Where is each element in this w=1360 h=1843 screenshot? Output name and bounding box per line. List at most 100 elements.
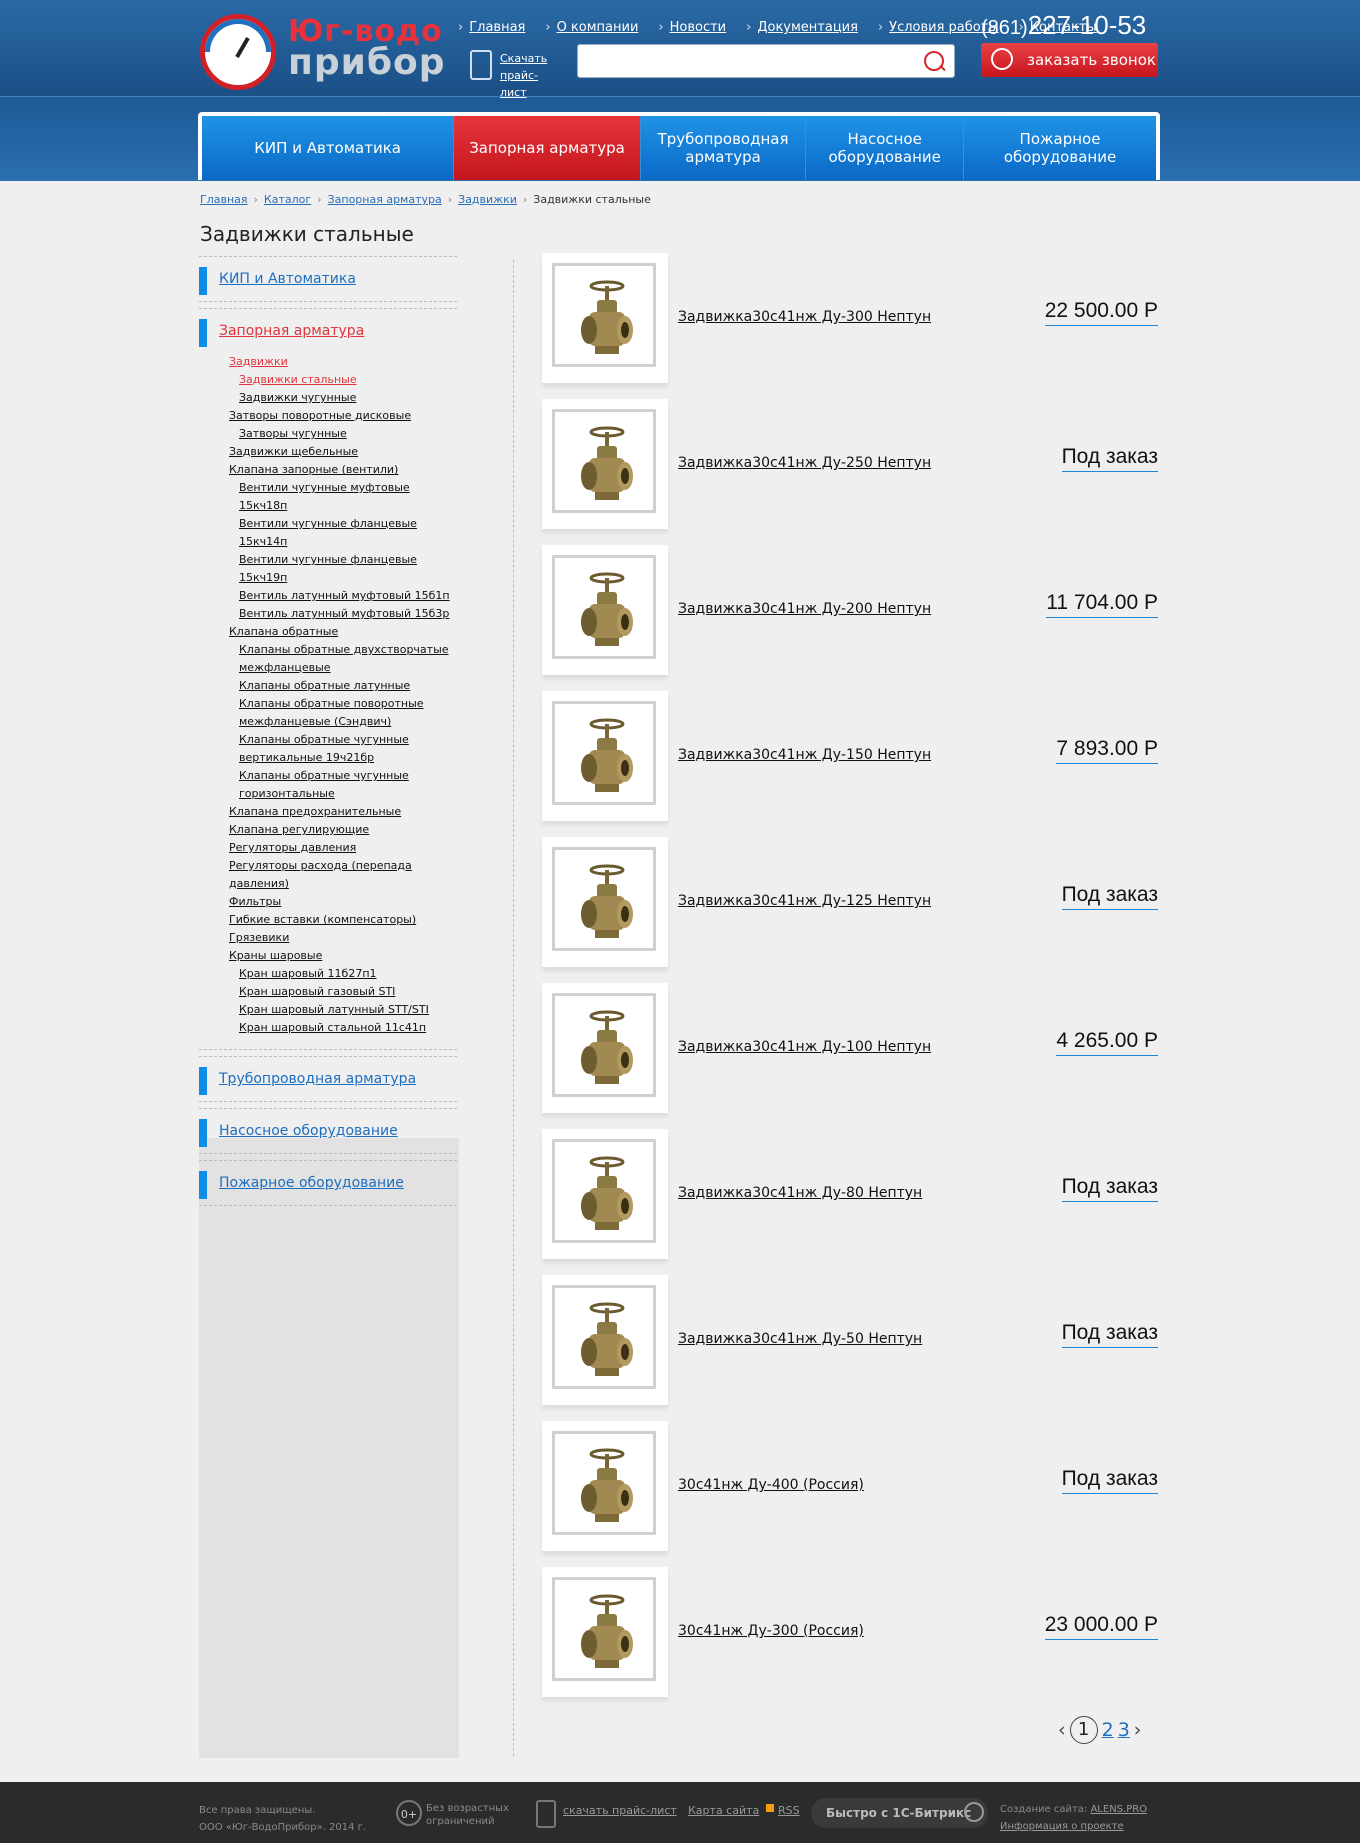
download-pricelist-link[interactable]: Скачать прайс-лист — [500, 50, 564, 101]
logo-text-bottom[interactable]: прибор — [288, 42, 446, 83]
pager-page-3[interactable]: 3 — [1118, 1719, 1130, 1741]
sidebar-subitem-link[interactable]: Кран шаровый стальной 11с41п — [239, 1021, 426, 1034]
topnav-docs[interactable]: Документация — [757, 20, 858, 35]
sidebar-subitem[interactable]: Вентиль латунный муфтовый 15б3р — [229, 605, 457, 623]
sidebar-subitem-link[interactable]: Грязевики — [229, 931, 289, 944]
sidebar-subitem-link[interactable]: Краны шаровые — [229, 949, 322, 962]
sidebar-subitem-link[interactable]: Задвижки стальные — [239, 373, 357, 386]
product-link[interactable]: Задвижка30с41нж Ду-250 Нептун — [678, 455, 931, 471]
sidebar-subitem-link[interactable]: Клапана обратные — [229, 625, 338, 638]
sidebar-subitem-link[interactable]: Задвижки щебельные — [229, 445, 358, 458]
product-link[interactable]: Задвижка30с41нж Ду-100 Нептун — [678, 1039, 931, 1055]
sidebar-section-label[interactable]: Насосное оборудование — [219, 1123, 398, 1139]
footer-rss-link[interactable]: RSS — [778, 1804, 800, 1817]
product-link[interactable]: 30с41нж Ду-400 (Россия) — [678, 1477, 864, 1493]
sidebar-subitem[interactable]: Регуляторы давления — [229, 839, 457, 857]
breadcrumb-home[interactable]: Главная — [200, 193, 248, 206]
product-link[interactable]: Задвижка30с41нж Ду-200 Нептун — [678, 601, 931, 617]
sidebar-subitem-link[interactable]: Кран шаровый латунный STT/STI — [239, 1003, 429, 1016]
sidebar-subitem[interactable]: Кран шаровый газовый STI — [229, 983, 457, 1001]
sidebar-subitem[interactable]: Вентили чугунные муфтовые 15кч18п — [229, 479, 457, 515]
sidebar-subitem[interactable]: Затворы чугунные — [229, 425, 457, 443]
sidebar-subitem[interactable]: Вентиль латунный муфтовый 15б1п — [229, 587, 457, 605]
product-image[interactable] — [542, 1567, 668, 1697]
sidebar-subitem[interactable]: Кран шаровый 11б27п1 — [229, 965, 457, 983]
sidebar-subitem[interactable]: Кран шаровый стальной 11с41п — [229, 1019, 457, 1037]
topnav-home[interactable]: Главная — [469, 20, 525, 35]
sidebar-section-zapornaya[interactable]: Запорная арматура — [199, 309, 457, 353]
product-link[interactable]: Задвижка30с41нж Ду-125 Нептун — [678, 893, 931, 909]
product-image[interactable] — [542, 1129, 668, 1259]
sidebar-subitem[interactable]: Клапана запорные (вентили) — [229, 461, 457, 479]
sidebar-subitem[interactable]: Клапана обратные — [229, 623, 457, 641]
sidebar-subitem-link[interactable]: Затворы чугунные — [239, 427, 347, 440]
search-icon[interactable] — [924, 51, 944, 71]
sidebar-section-label[interactable]: КИП и Автоматика — [219, 271, 356, 287]
product-link[interactable]: Задвижка30с41нж Ду-300 Нептун — [678, 309, 931, 325]
topnav-about[interactable]: О компании — [557, 20, 639, 35]
sidebar-subitem-link[interactable]: Клапаны обратные поворотные межфланцевые… — [239, 697, 424, 728]
pager-next[interactable]: › — [1134, 1719, 1142, 1741]
product-image[interactable] — [542, 837, 668, 967]
sidebar-subitem[interactable]: Задвижки — [229, 353, 457, 371]
product-link[interactable]: Задвижка30с41нж Ду-80 Нептун — [678, 1185, 922, 1201]
sidebar-subitem[interactable]: Вентили чугунные фланцевые 15кч19п — [229, 551, 457, 587]
sidebar-subitem[interactable]: Задвижки чугунные — [229, 389, 457, 407]
sidebar-subitem[interactable]: Клапана предохранительные — [229, 803, 457, 821]
bitrix-badge[interactable]: Быстро с 1С-Битрикс — [811, 1798, 988, 1828]
sidebar-subitem[interactable]: Клапаны обратные чугунные горизонтальные — [229, 767, 457, 803]
footer-download-link[interactable]: скачать прайс-лист — [563, 1804, 677, 1817]
mainnav-truboprovodnaya[interactable]: Трубопроводная арматура — [641, 116, 807, 180]
mainnav-kip[interactable]: КИП и Автоматика — [202, 116, 455, 180]
sidebar-section-kip[interactable]: КИП и Автоматика — [199, 257, 457, 301]
sidebar-subitem-link[interactable]: Клапаны обратные чугунные вертикальные 1… — [239, 733, 409, 764]
sidebar-subitem-link[interactable]: Вентили чугунные фланцевые 15кч14п — [239, 517, 417, 548]
sidebar-section-pozharnoe[interactable]: Пожарное оборудование — [199, 1161, 457, 1205]
sidebar-subitem-link[interactable]: Задвижки — [229, 355, 288, 368]
sidebar-subitem[interactable]: Задвижки стальные — [229, 371, 457, 389]
sidebar-subitem-link[interactable]: Вентиль латунный муфтовый 15б1п — [239, 589, 450, 602]
sidebar-subitem[interactable]: Грязевики — [229, 929, 457, 947]
logo-gauge-icon[interactable] — [200, 14, 276, 90]
product-image[interactable] — [542, 691, 668, 821]
sidebar-section-label[interactable]: Пожарное оборудование — [219, 1175, 404, 1191]
project-info-link[interactable]: Информация о проекте — [1000, 1821, 1124, 1832]
sidebar-subitem[interactable]: Клапаны обратные поворотные межфланцевые… — [229, 695, 457, 731]
sidebar-subitem-link[interactable]: Вентиль латунный муфтовый 15б3р — [239, 607, 449, 620]
sidebar-section-label[interactable]: Трубопроводная арматура — [219, 1071, 416, 1087]
sidebar-subitem[interactable]: Фильтры — [229, 893, 457, 911]
product-image[interactable] — [542, 545, 668, 675]
sidebar-subitem[interactable]: Клапаны обратные двухстворчатые межфланц… — [229, 641, 457, 677]
sidebar-subitem[interactable]: Затворы поворотные дисковые — [229, 407, 457, 425]
sidebar-subitem-link[interactable]: Вентили чугунные муфтовые 15кч18п — [239, 481, 410, 512]
breadcrumb-zadvizhki[interactable]: Задвижки — [458, 193, 517, 206]
sidebar-subitem[interactable]: Вентили чугунные фланцевые 15кч14п — [229, 515, 457, 551]
sidebar-subitem-link[interactable]: Регуляторы давления — [229, 841, 356, 854]
mainnav-zapornaya[interactable]: Запорная арматура — [454, 116, 641, 180]
breadcrumb-zapornaya[interactable]: Запорная арматура — [328, 193, 442, 206]
pager-prev[interactable]: ‹ — [1058, 1719, 1066, 1741]
sidebar-subitem[interactable]: Гибкие вставки (компенсаторы) — [229, 911, 457, 929]
topnav-news[interactable]: Новости — [670, 20, 727, 35]
product-image[interactable] — [542, 1275, 668, 1405]
sidebar-subitem-link[interactable]: Задвижки чугунные — [239, 391, 356, 404]
sidebar-subitem-link[interactable]: Фильтры — [229, 895, 281, 908]
sidebar-subitem[interactable]: Краны шаровые — [229, 947, 457, 965]
footer-sitemap-link[interactable]: Карта сайта — [688, 1804, 759, 1817]
product-link[interactable]: Задвижка30с41нж Ду-50 Нептун — [678, 1331, 922, 1347]
callback-button[interactable]: заказать звонок — [981, 43, 1158, 77]
sidebar-subitem[interactable]: Кран шаровый латунный STT/STI — [229, 1001, 457, 1019]
product-link[interactable]: Задвижка30с41нж Ду-150 Нептун — [678, 747, 931, 763]
sidebar-subitem-link[interactable]: Клапана предохранительные — [229, 805, 401, 818]
mainnav-nasosnoe[interactable]: Насосное оборудование — [806, 116, 964, 180]
sidebar-subitem-link[interactable]: Клапаны обратные чугунные горизонтальные — [239, 769, 409, 800]
sidebar-subitem-link[interactable]: Кран шаровый 11б27п1 — [239, 967, 377, 980]
mainnav-pozharnoe[interactable]: Пожарное оборудование — [964, 116, 1156, 180]
sidebar-subitem-link[interactable]: Вентили чугунные фланцевые 15кч19п — [239, 553, 417, 584]
sidebar-subitem[interactable]: Клапана регулирующие — [229, 821, 457, 839]
sidebar-subitem-link[interactable]: Клапаны обратные латунные — [239, 679, 410, 692]
sidebar-subitem-link[interactable]: Клапана запорные (вентили) — [229, 463, 398, 476]
product-image[interactable] — [542, 983, 668, 1113]
credit-link[interactable]: ALENS.PRO — [1090, 1804, 1147, 1815]
sidebar-subitem[interactable]: Регуляторы расхода (перепада давления) — [229, 857, 457, 893]
